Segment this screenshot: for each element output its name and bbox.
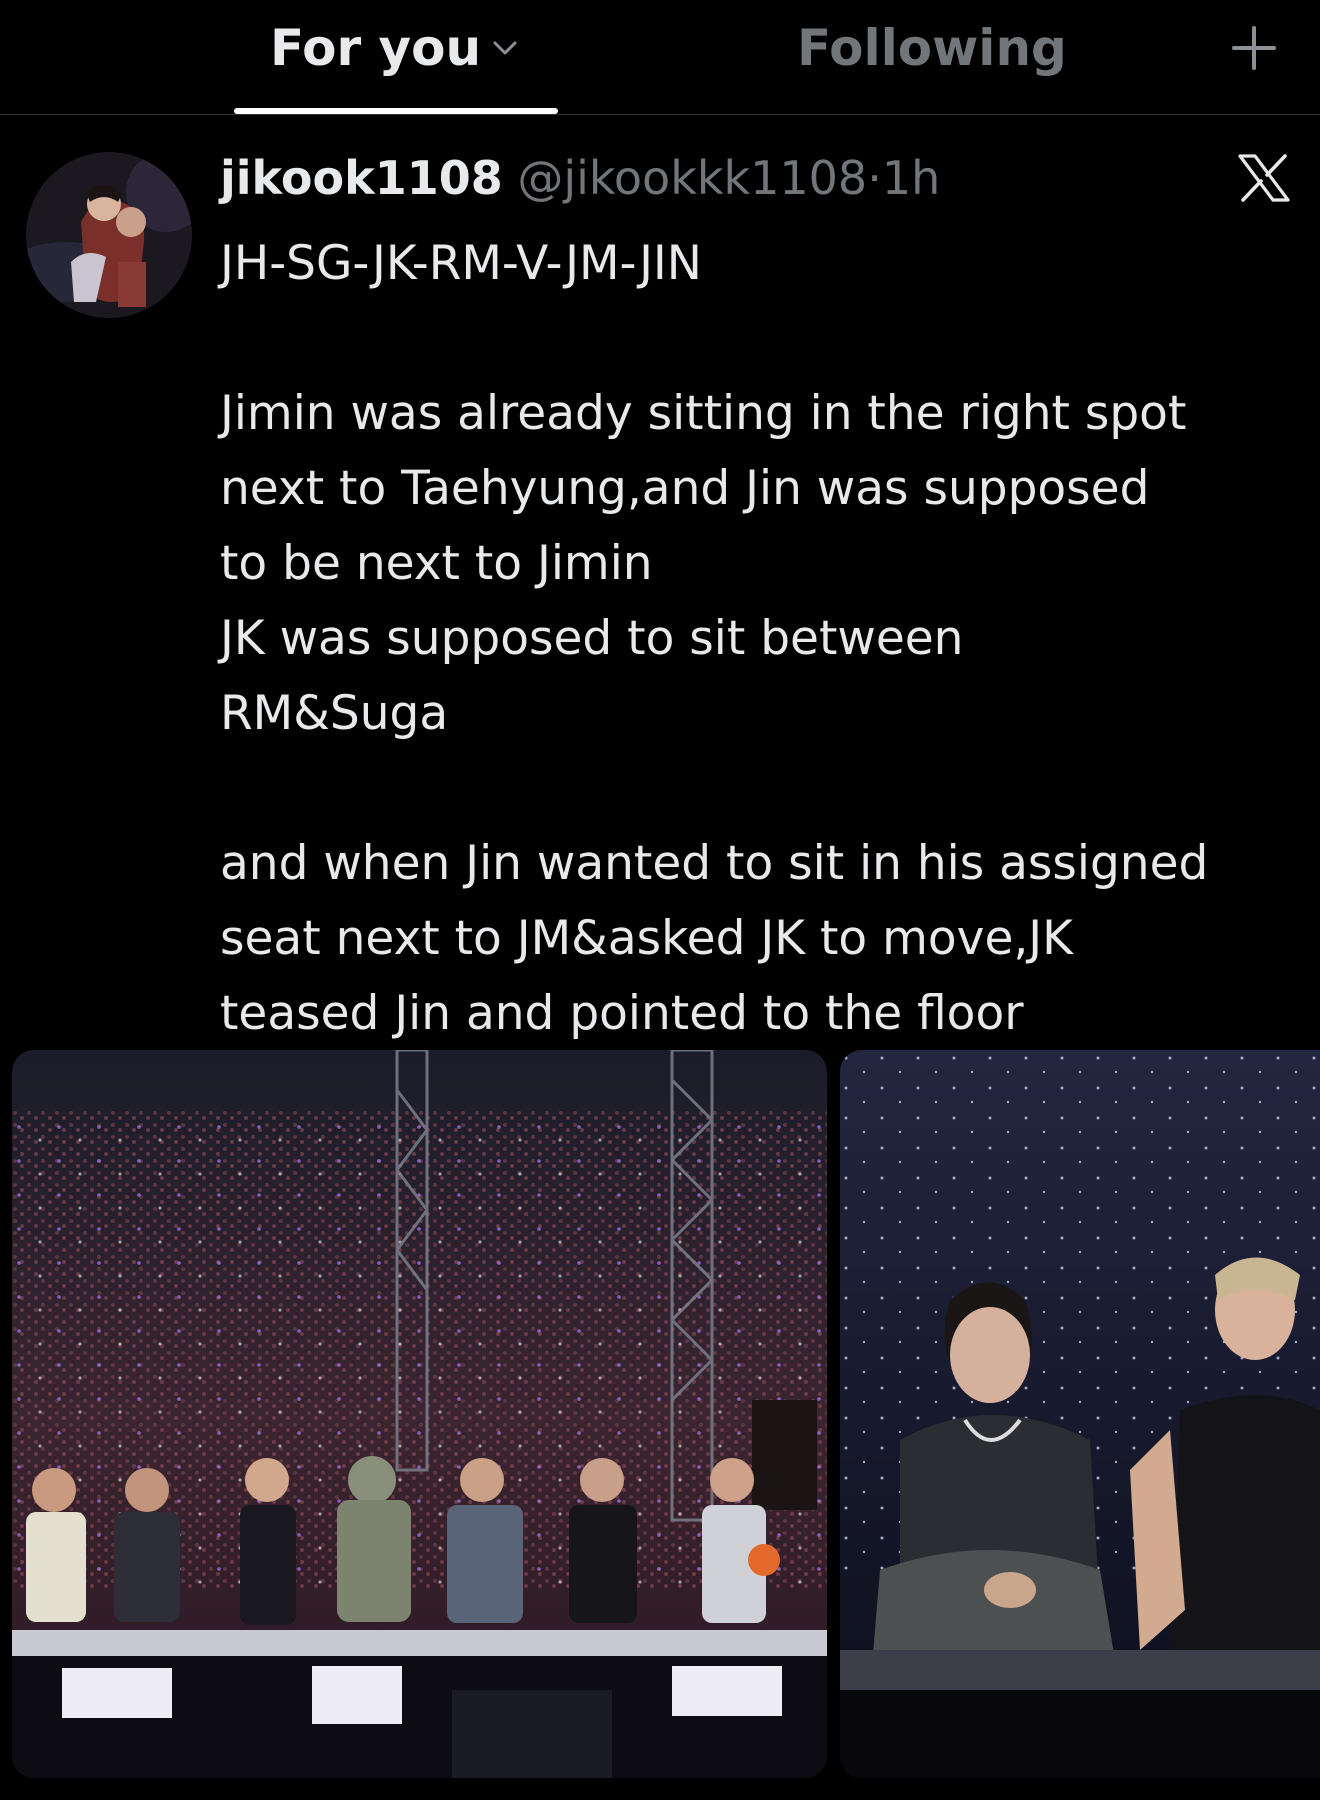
tweet-body: JH-SG-JK-RM-V-JM-JIN Jimin was already s… <box>220 226 1310 1051</box>
tweet-paragraph: and when Jin wanted to sit in his assign… <box>220 836 1209 1041</box>
tab-following[interactable]: Following <box>797 18 1067 78</box>
avatar-image <box>26 152 192 318</box>
tweet-paragraph: JH-SG-JK-RM-V-JM-JIN <box>220 236 702 291</box>
x-logo-icon <box>1238 154 1290 202</box>
tweet-timestamp[interactable]: 1h <box>882 151 940 205</box>
meta-separator: · <box>867 151 882 205</box>
tweet-media-photo-stage[interactable] <box>12 1050 827 1778</box>
tweet-paragraph: Jimin was already sitting in the right s… <box>220 386 1187 741</box>
author-handle[interactable]: @jikookkk1108 <box>517 151 867 205</box>
plus-icon[interactable] <box>1228 22 1280 74</box>
avatar[interactable] <box>26 152 192 318</box>
chevron-down-icon[interactable] <box>492 38 518 58</box>
tweet-author-line: jikook1108 @jikookkk1108·1h <box>220 146 940 210</box>
timeline-tab-bar: For you Following <box>0 0 1320 115</box>
active-tab-indicator <box>234 108 558 114</box>
tweet-media-photo-closeup[interactable] <box>840 1050 1320 1778</box>
stage-photo <box>12 1050 827 1778</box>
closeup-photo <box>840 1050 1320 1778</box>
tab-for-you[interactable]: For you <box>270 18 481 78</box>
author-display-name[interactable]: jikook1108 <box>220 151 503 205</box>
